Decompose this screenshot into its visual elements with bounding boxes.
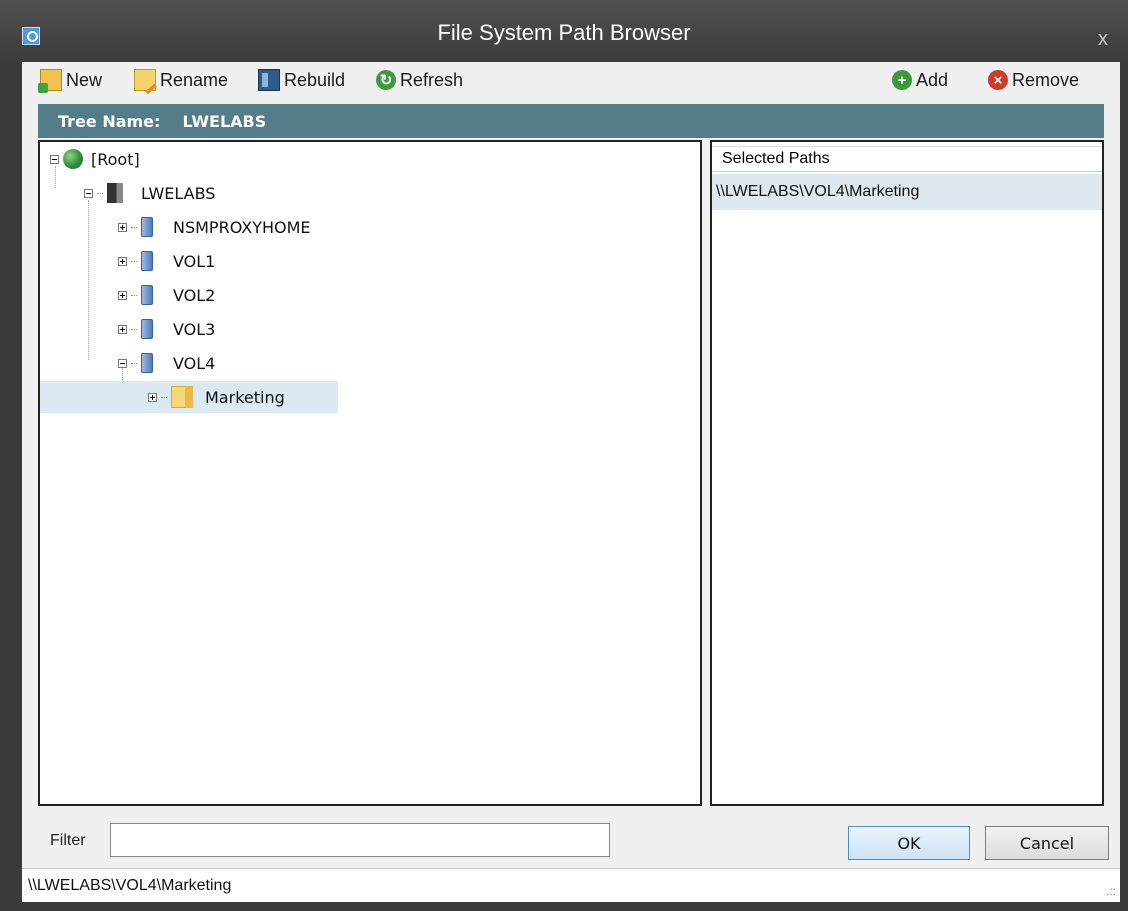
rename-button[interactable]: Rename [134,68,228,92]
rename-icon [134,69,156,91]
tree-connector [88,200,89,360]
ok-button[interactable]: OK [848,826,970,860]
tree-connector [131,260,137,262]
collapse-icon[interactable] [84,188,93,198]
rename-label: Rename [160,69,229,90]
tree-node-label: VOL3 [173,319,216,339]
tree-node-volume[interactable]: VOL2 [118,279,215,311]
collapse-icon[interactable] [50,154,59,164]
filter-input[interactable] [110,823,610,857]
tree-name-label: Tree Name: [58,111,161,131]
remove-button[interactable]: × Remove [988,68,1079,92]
tree-node-label: NSMPROXYHOME [173,217,311,237]
tree-connector [131,226,137,228]
tree-connector [131,328,137,330]
selected-paths-list[interactable]: Selected Paths \\LWELABS\VOL4\Marketing [710,140,1104,806]
add-button[interactable]: + Add [892,68,948,92]
volume-icon [141,217,153,237]
add-label: Add [916,69,949,90]
folder-icon [171,386,193,408]
status-bar: \\LWELABS\VOL4\Marketing .:: [22,868,1120,902]
selected-path-row[interactable]: \\LWELABS\VOL4\Marketing [712,174,1102,210]
tree-node-folder-selected[interactable]: Marketing [40,381,338,413]
tree-node-label: LWELABS [141,183,216,203]
filter-label: Filter [50,832,86,849]
tree-node-label: [Root] [91,149,140,169]
tree-view[interactable]: [Root] LWELABS NSMPROXYHOME VOL1 VOL2 VO… [38,140,702,806]
cancel-button[interactable]: Cancel [985,826,1109,860]
volume-icon [141,319,153,339]
rebuild-icon [258,69,280,91]
rebuild-label: Rebuild [284,69,346,90]
tree-connector [161,396,167,398]
globe-icon [63,149,83,169]
new-icon [38,69,62,93]
tree-connector [97,192,103,194]
tree-name-bar: Tree Name: LWELABS [38,104,1104,138]
expand-icon[interactable] [118,324,127,334]
refresh-label: Refresh [400,69,464,90]
tree-node-label: Marketing [205,387,285,407]
status-path: \\LWELABS\VOL4\Marketing [28,876,232,894]
rebuild-button[interactable]: Rebuild [258,68,345,92]
tree-name-value: LWELABS [182,111,267,131]
add-icon: + [892,70,912,90]
tree-node-label: VOL2 [173,285,216,305]
title-bar[interactable]: File System Path Browser x [0,0,1128,62]
tree-node-volume[interactable]: VOL4 [118,347,215,379]
tree-node-volume[interactable]: VOL3 [118,313,215,345]
tree-node-server[interactable]: LWELABS [84,177,215,209]
close-button[interactable]: x [1098,28,1108,51]
tree-node-volume[interactable]: NSMPROXYHOME [118,211,311,243]
tree-node-volume[interactable]: VOL1 [118,245,215,277]
dialog-client-area: New Rename Rebuild ↻ Refresh + Add × Rem… [22,62,1120,902]
refresh-button[interactable]: ↻ Refresh [376,68,463,92]
new-label: New [66,69,103,90]
volume-icon [141,285,153,305]
tree-connector [131,362,137,364]
tree-node-label: VOL4 [173,353,216,373]
volume-icon [141,353,153,373]
new-button[interactable]: New [38,68,103,93]
selected-paths-header[interactable]: Selected Paths [712,146,1102,172]
remove-icon: × [988,70,1008,90]
refresh-icon: ↻ [376,70,396,90]
tree-node-root[interactable]: [Root] [50,143,140,175]
expand-icon[interactable] [148,392,157,402]
toolbar: New Rename Rebuild ↻ Refresh + Add × Rem… [22,62,1120,100]
expand-icon[interactable] [118,222,127,232]
collapse-icon[interactable] [118,358,127,368]
server-icon [107,183,123,203]
remove-label: Remove [1012,69,1080,90]
expand-icon[interactable] [118,290,127,300]
resize-grip-icon[interactable]: .:: [1106,884,1116,898]
volume-icon [141,251,153,271]
tree-node-label: VOL1 [173,251,216,271]
dialog-window: File System Path Browser x New Rename Re… [0,0,1128,911]
tree-connector [131,294,137,296]
window-title: File System Path Browser [437,20,691,45]
expand-icon[interactable] [118,256,127,266]
